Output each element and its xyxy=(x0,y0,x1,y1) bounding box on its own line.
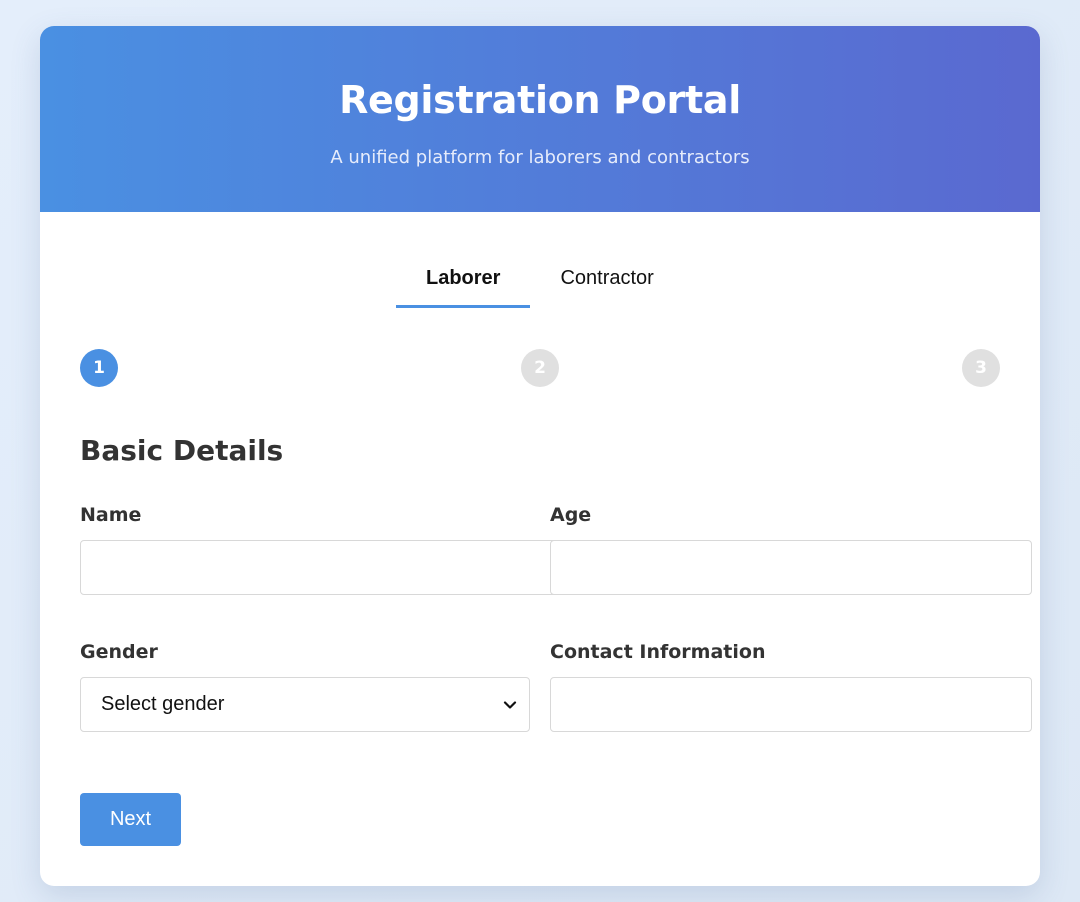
age-field[interactable] xyxy=(550,540,1032,595)
name-label: Name xyxy=(80,504,142,526)
registration-card: Registration Portal A unified platform f… xyxy=(40,26,1040,886)
chevron-down-icon xyxy=(503,698,517,712)
step-2-indicator: 2 xyxy=(521,349,559,387)
progress-stepper: 1 2 3 xyxy=(80,349,1000,387)
gender-select[interactable]: Select gender xyxy=(80,677,530,732)
page-title: Registration Portal xyxy=(339,78,741,122)
tab-contractor[interactable]: Contractor xyxy=(530,264,683,308)
gender-label: Gender xyxy=(80,641,158,663)
tab-laborer[interactable]: Laborer xyxy=(396,264,531,308)
step-3-indicator: 3 xyxy=(962,349,1000,387)
next-button[interactable]: Next xyxy=(80,793,181,846)
age-label: Age xyxy=(550,504,592,526)
name-field[interactable] xyxy=(80,540,560,595)
section-title: Basic Details xyxy=(80,434,284,467)
page-subtitle: A unified platform for laborers and cont… xyxy=(330,147,750,168)
gender-selected-value: Select gender xyxy=(101,693,225,715)
role-tabs: Laborer Contractor xyxy=(396,264,684,308)
contact-label: Contact Information xyxy=(550,641,766,663)
contact-field[interactable] xyxy=(550,677,1032,732)
header-banner: Registration Portal A unified platform f… xyxy=(40,26,1040,212)
step-1-indicator: 1 xyxy=(80,349,118,387)
